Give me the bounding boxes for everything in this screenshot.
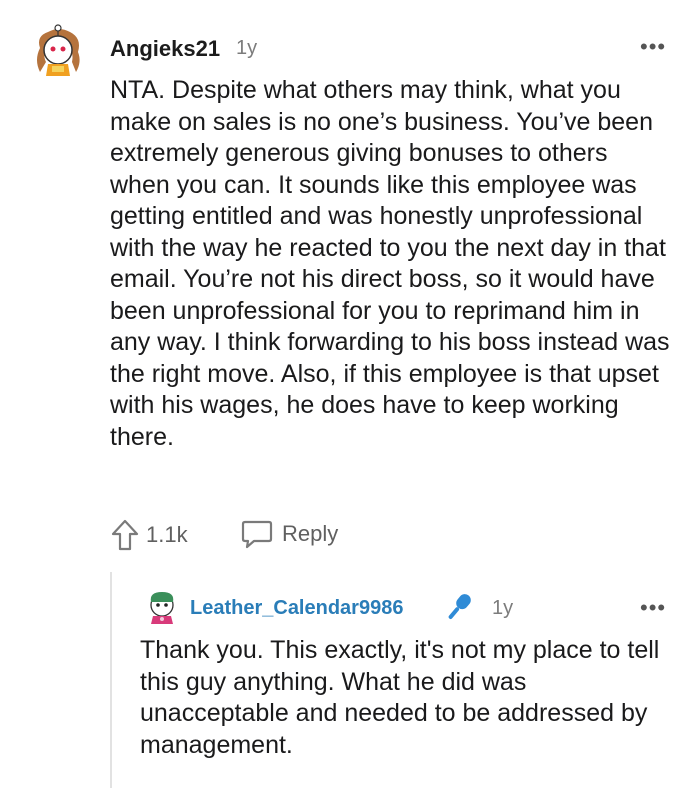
reply-button[interactable]: Reply	[240, 518, 338, 550]
comment-body: NTA. Despite what others may think, what…	[110, 76, 670, 451]
reply-body: Thank you. This exactly, it's not my pla…	[140, 636, 660, 759]
comment-username[interactable]: Angieks21	[110, 36, 220, 62]
upvote-button[interactable]: 1.1k	[110, 518, 188, 552]
comment-timestamp: 1y	[236, 37, 258, 59]
reply-username[interactable]: Leather_Calendar9986	[190, 597, 403, 620]
reply-label: Reply	[282, 521, 339, 546]
thread-line[interactable]	[110, 572, 112, 788]
microphone-icon	[442, 590, 476, 624]
speech-bubble-icon[interactable]	[240, 518, 274, 550]
more-options-icon[interactable]: •••	[640, 36, 666, 58]
avatar-leather-calendar9986[interactable]	[143, 588, 181, 626]
upvote-count: 1.1k	[146, 522, 188, 547]
more-options-icon[interactable]: •••	[640, 597, 666, 619]
reply-timestamp: 1y	[492, 597, 514, 619]
avatar-angieks21[interactable]	[30, 22, 88, 80]
upvote-arrow-icon[interactable]	[110, 518, 140, 552]
